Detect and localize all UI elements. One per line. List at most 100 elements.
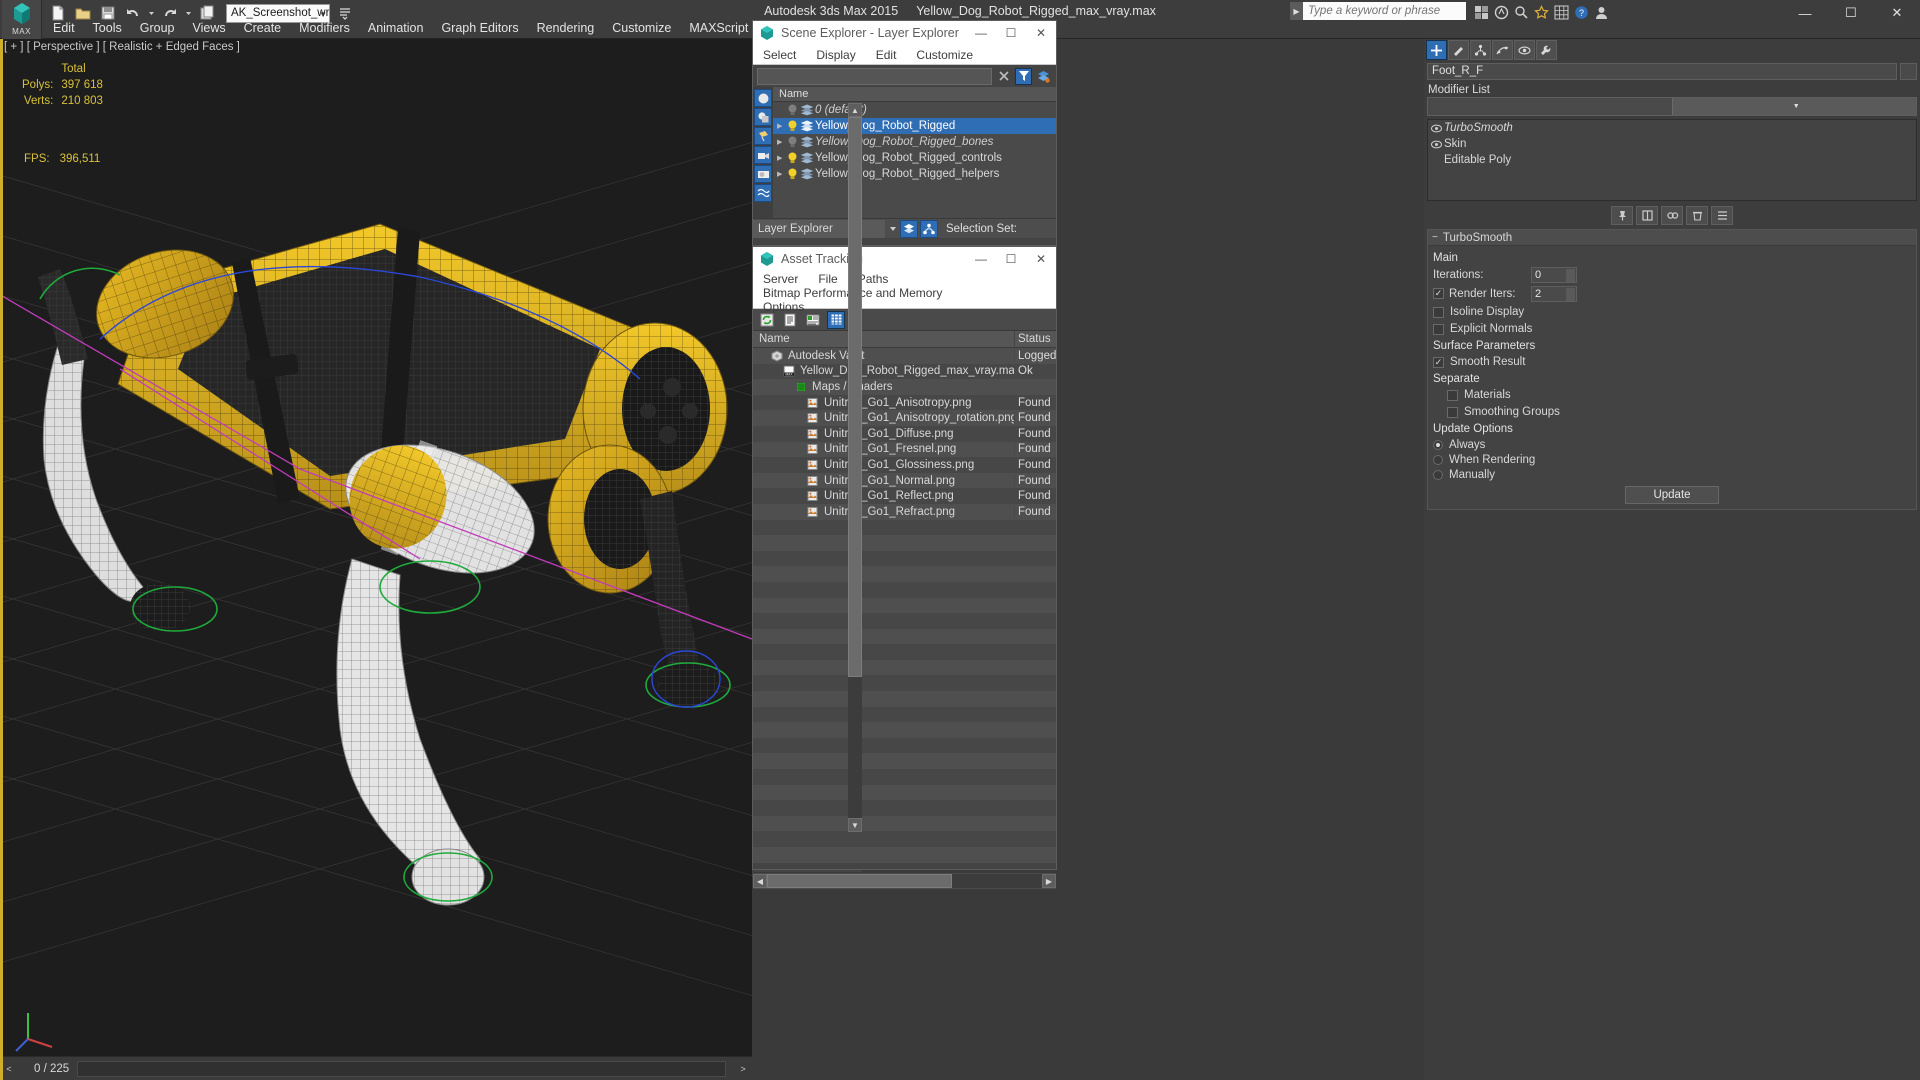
account-icon[interactable] [1592, 3, 1610, 21]
scene-explorer-maximize[interactable]: ☐ [996, 21, 1026, 45]
menu-item-maxscript[interactable]: MAXScript [680, 18, 757, 38]
make-unique-button[interactable] [1661, 205, 1683, 225]
modifier-list-chevron-down-icon[interactable]: ▼ [1671, 98, 1916, 115]
menu-item-rendering[interactable]: Rendering [528, 18, 604, 38]
turbosmooth-rollout-header[interactable]: − TurboSmooth [1428, 230, 1916, 246]
menu-item-customize[interactable]: Customize [603, 18, 680, 38]
list-view-icon[interactable] [781, 311, 799, 329]
iterations-spinner-arrows[interactable] [1566, 268, 1575, 282]
asset-tracking-window[interactable]: Asset Tracking — ☐ ✕ Server File Paths B… [752, 246, 1057, 889]
scroll-right-icon[interactable]: ▶ [1042, 874, 1056, 888]
render-iters-checkbox[interactable]: ✓ [1433, 288, 1444, 299]
menu-item-modifiers[interactable]: Modifiers [290, 18, 359, 38]
asset-tracking-row[interactable]: Maps / Shaders [753, 379, 1056, 395]
render-iters-spinner[interactable]: 2 [1531, 285, 1577, 302]
scroll-left-icon[interactable]: ◀ [753, 874, 767, 888]
asset-tracking-maximize[interactable]: ☐ [996, 247, 1026, 271]
command-panel[interactable]: Foot_R_F Modifier List ▼ TurboSmooth Skin… [1424, 39, 1920, 1080]
explicit-normals-checkbox[interactable] [1433, 323, 1444, 335]
asset-tracking-row[interactable]: Unitree_Go1_Anisotropy.png Found [753, 394, 1056, 411]
viewport-3d-scene[interactable] [0, 39, 752, 1080]
menu-item-views[interactable]: Views [183, 18, 234, 38]
at-col-status[interactable]: Status [1014, 331, 1056, 347]
configure-sets-button[interactable] [1711, 205, 1733, 225]
filter-icon[interactable] [1015, 67, 1032, 85]
menu-item-edit[interactable]: Edit [44, 18, 84, 38]
asset-tracking-close[interactable]: ✕ [1026, 247, 1056, 271]
autodesk-a360-icon[interactable] [1492, 3, 1510, 21]
minimize-button[interactable]: — [1782, 0, 1828, 26]
tab-utilities[interactable] [1536, 40, 1557, 60]
scene-explorer-search-input[interactable] [757, 67, 992, 85]
search-expand-icon[interactable]: ▶ [1290, 2, 1303, 20]
scene-explorer-layer-row[interactable]: 0 (default) [773, 102, 1056, 118]
se-menu-select[interactable]: Select [753, 48, 806, 62]
asset-tracking-row[interactable]: Unitree_Go1_Refract.png Found [753, 503, 1056, 520]
expand-arrow-icon[interactable]: ▶ [777, 154, 787, 162]
scene-explorer-minimize[interactable]: — [966, 21, 996, 45]
filter-helpers-icon[interactable] [754, 165, 772, 183]
asset-tracking-minimize[interactable]: — [966, 247, 996, 271]
tab-motion[interactable] [1492, 40, 1513, 60]
menu-item-animation[interactable]: Animation [359, 18, 433, 38]
expand-arrow-icon[interactable]: ▶ [777, 170, 787, 178]
maximize-button[interactable]: ☐ [1828, 0, 1874, 26]
tab-display[interactable] [1514, 40, 1535, 60]
asset-tracking-row[interactable]: Unitree_Go1_Diffuse.png Found [753, 425, 1056, 442]
layer-visibility-bulb-icon[interactable] [787, 120, 800, 132]
tab-hierarchy[interactable] [1470, 40, 1491, 60]
star-icon[interactable] [1532, 3, 1550, 21]
pin-stack-button[interactable] [1611, 205, 1633, 225]
search-icon[interactable] [1512, 3, 1530, 21]
layer-manager-icon[interactable] [900, 219, 918, 238]
app-logo[interactable]: MAX [2, 0, 42, 42]
tab-modify[interactable] [1448, 40, 1469, 60]
modifier-stack-row[interactable]: Skin [1428, 136, 1916, 152]
update-when-rendering-radio[interactable] [1433, 454, 1443, 465]
se-menu-customize[interactable]: Customize [906, 48, 983, 62]
layer-visibility-bulb-icon[interactable] [787, 136, 800, 148]
filter-cameras-icon[interactable] [754, 146, 772, 164]
filter-shapes-icon[interactable] [754, 108, 772, 126]
modifier-stack-row[interactable]: Editable Poly [1428, 152, 1916, 168]
detail-view-icon[interactable] [804, 311, 822, 329]
scene-explorer-layer-row[interactable]: ▶ Yellow_Dog_Robot_Rigged [773, 118, 1056, 134]
asset-tracking-row[interactable]: Unitree_Go1_Reflect.png Found [753, 488, 1056, 504]
update-manually-radio[interactable] [1433, 469, 1443, 480]
isoline-display-checkbox[interactable] [1433, 306, 1444, 318]
search-input[interactable] [1303, 2, 1466, 20]
object-name-field[interactable]: Foot_R_F [1427, 62, 1897, 80]
show-end-result-button[interactable] [1636, 205, 1658, 225]
object-color-swatch[interactable] [1900, 62, 1917, 80]
timeline-track[interactable] [77, 1060, 726, 1077]
expand-arrow-icon[interactable]: ▶ [777, 122, 787, 130]
se-menu-display[interactable]: Display [806, 48, 865, 62]
modifier-list-dropdown[interactable]: ▼ [1427, 97, 1917, 116]
sfs-vertical-scrollbar[interactable]: ▲ ▼ [848, 103, 862, 832]
asset-tracking-row[interactable]: Unitree_Go1_Fresnel.png Found [753, 441, 1056, 458]
hierarchy-icon[interactable] [920, 219, 938, 238]
help-icon[interactable]: ? [1572, 3, 1590, 21]
remove-modifier-button[interactable] [1686, 205, 1708, 225]
close-button[interactable]: ✕ [1874, 0, 1920, 26]
viewport-label[interactable]: [ + ] [ Perspective ] [ Realistic + Edge… [4, 41, 240, 53]
at-col-name[interactable]: Name [753, 331, 1014, 347]
tab-create[interactable] [1426, 40, 1447, 60]
expand-arrow-icon[interactable]: ▶ [777, 138, 787, 146]
asset-tracking-row[interactable]: Unitree_Go1_Normal.png Found [753, 472, 1056, 489]
layer-explorer-tab[interactable]: Layer Explorer [753, 219, 885, 238]
layer-visibility-bulb-icon[interactable] [787, 168, 800, 180]
layer-visibility-bulb-icon[interactable] [787, 152, 800, 164]
clear-search-icon[interactable] [995, 68, 1012, 85]
grid-view-icon[interactable] [1552, 3, 1570, 21]
iterations-spinner[interactable]: 0 [1531, 266, 1577, 283]
asset-tracking-row[interactable]: Unitree_Go1_Anisotropy_rotation.png Found [753, 410, 1056, 426]
update-button[interactable]: Update [1625, 486, 1719, 504]
asset-tracking-row[interactable]: Autodesk Vault Logged [753, 348, 1056, 364]
update-always-radio[interactable] [1433, 439, 1443, 450]
menu-item-group[interactable]: Group [131, 18, 184, 38]
scene-explorer-close[interactable]: ✕ [1026, 21, 1056, 45]
menu-item-tools[interactable]: Tools [84, 18, 131, 38]
asset-tracking-row[interactable]: Unitree_Go1_Glossiness.png Found [753, 457, 1056, 473]
perspective-viewport[interactable]: [ + ] [ Perspective ] [ Realistic + Edge… [0, 39, 752, 1080]
